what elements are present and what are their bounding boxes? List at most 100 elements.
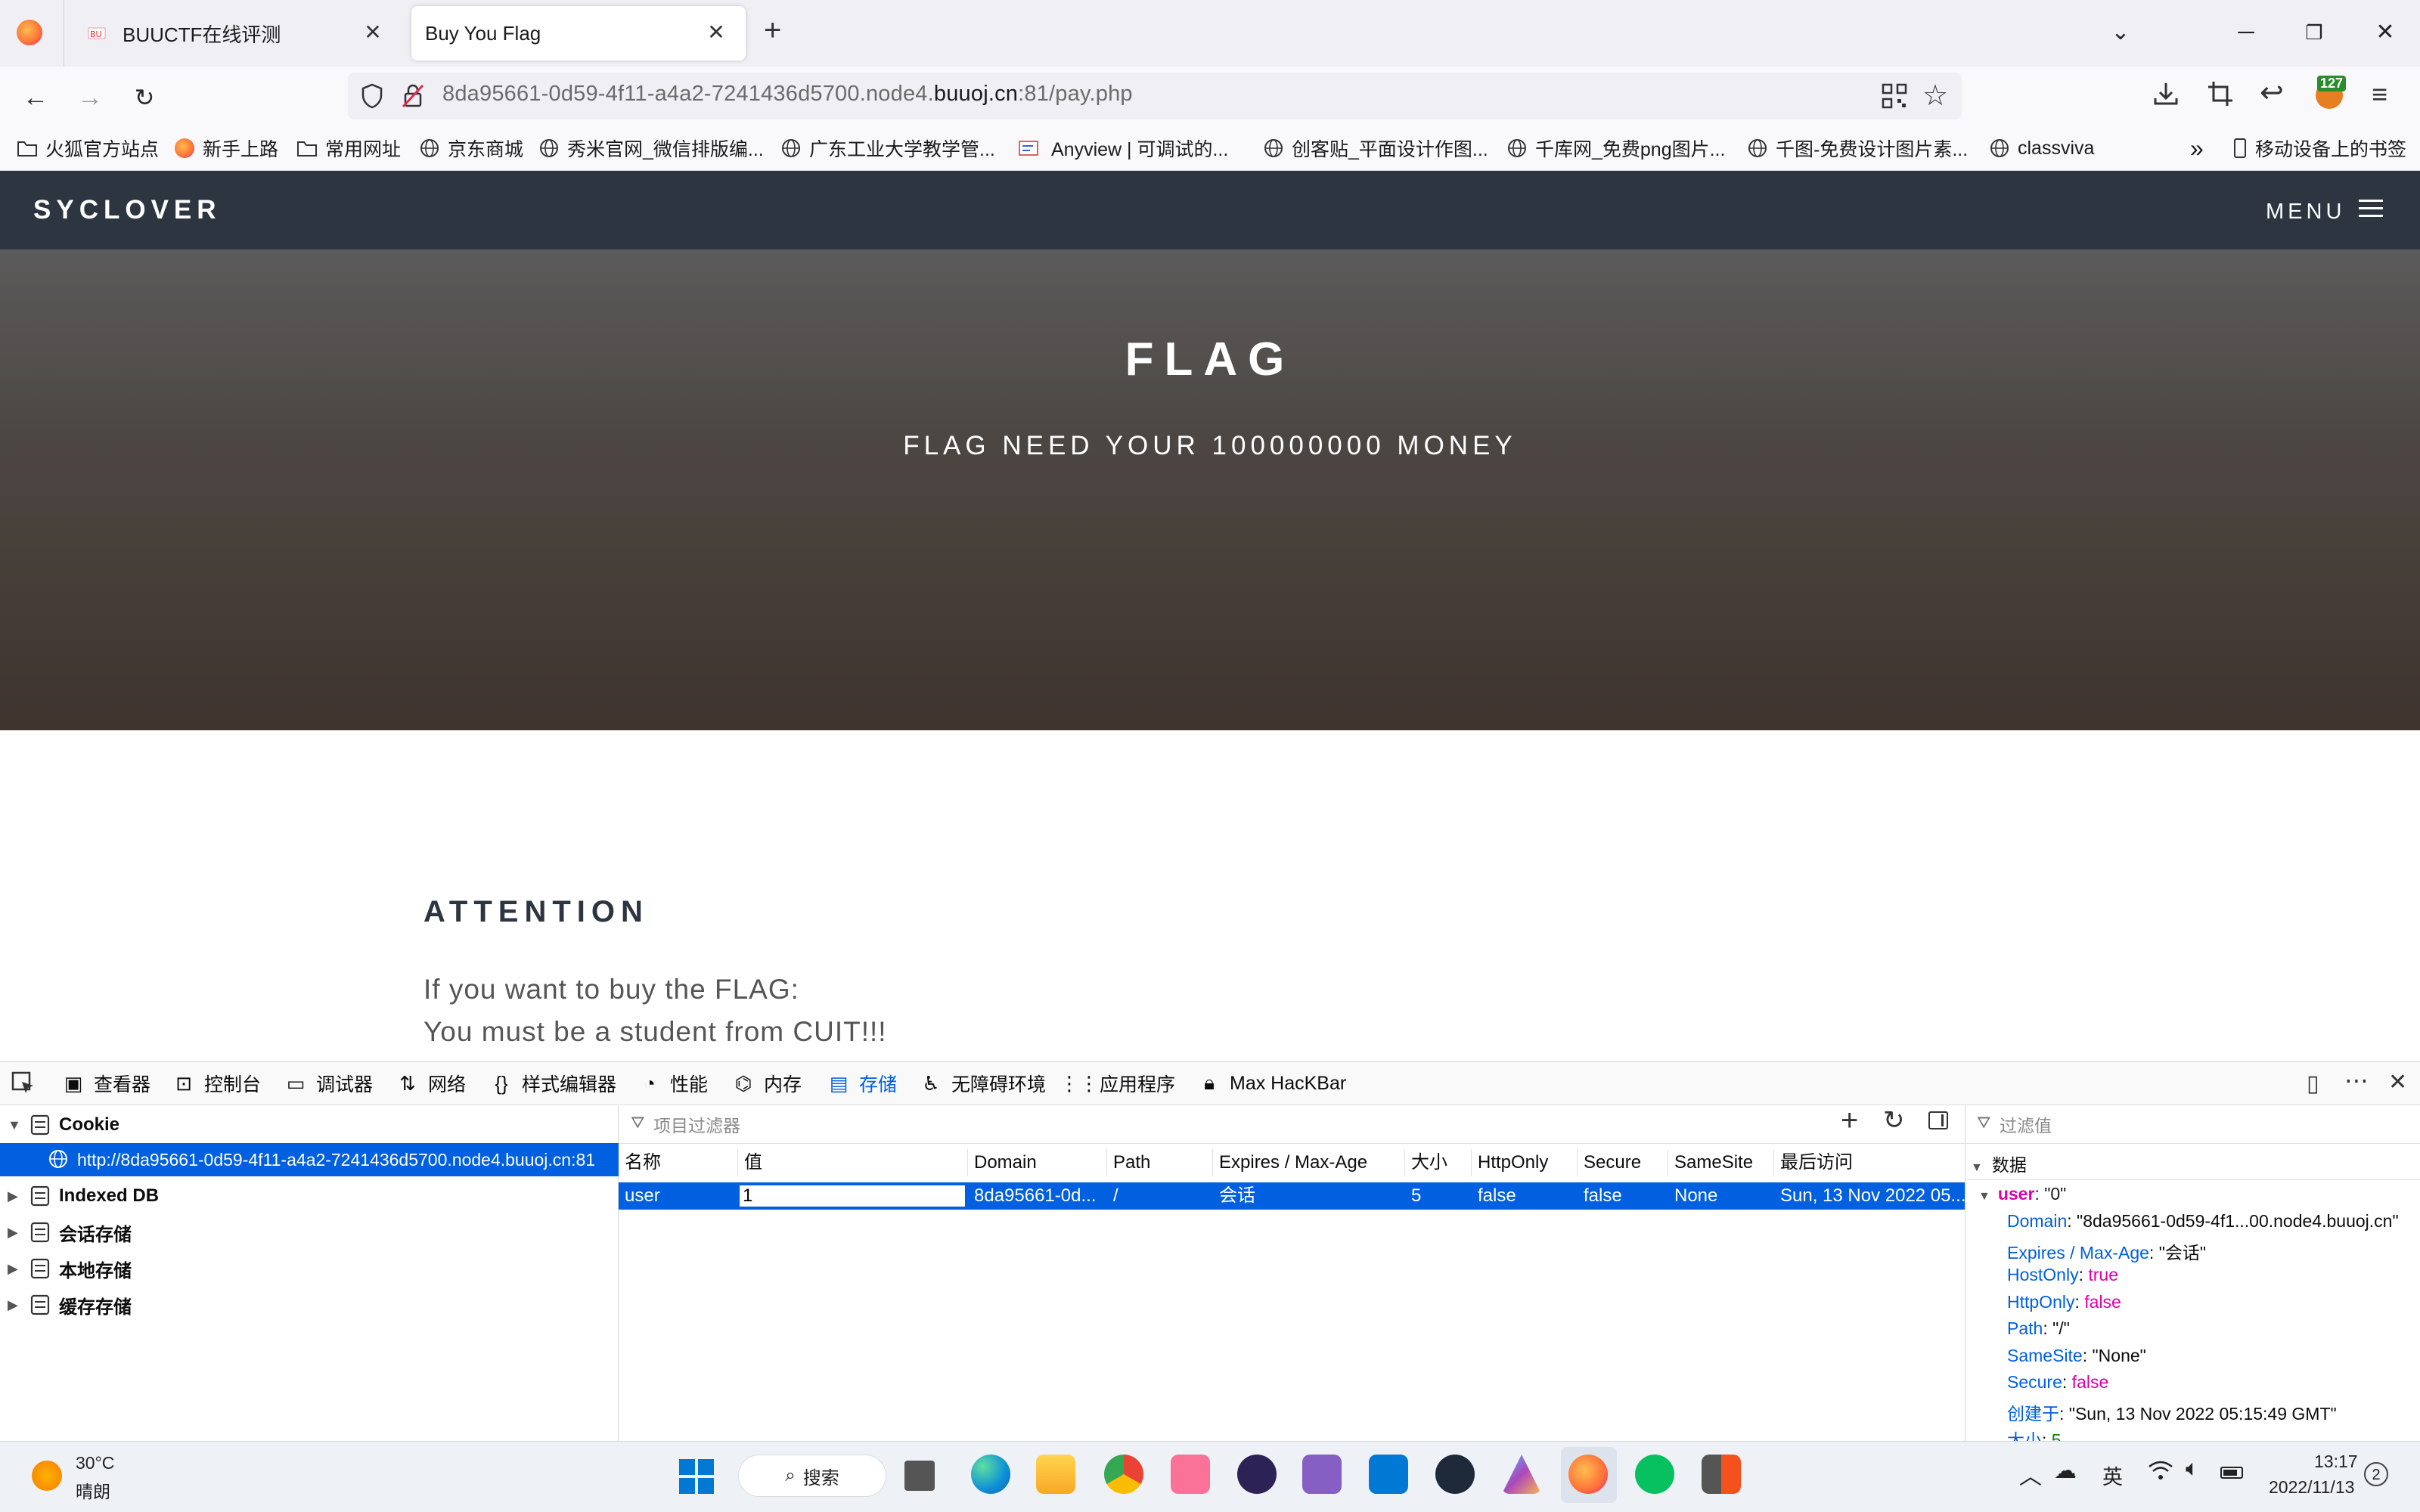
task-view-icon[interactable] [904, 1461, 935, 1491]
wifi-icon[interactable] [2148, 1459, 2173, 1486]
clock-time[interactable]: 13:17 [2314, 1452, 2358, 1472]
detail-item[interactable]: Domain: "8da95661-0d59-4f1...00.node4.bu… [2007, 1211, 2399, 1232]
cell-value-editor[interactable]: 1 [738, 1184, 966, 1208]
cell-last-accessed[interactable]: Sun, 13 Nov 2022 05... [1774, 1182, 1966, 1210]
cell-path[interactable]: / [1107, 1182, 1118, 1210]
column-header-name[interactable]: 名称 [619, 1149, 738, 1176]
column-header-domain[interactable]: Domain [968, 1149, 1107, 1176]
devtools-tab-network[interactable]: ⇅ 网络 [396, 1061, 466, 1105]
detail-item[interactable]: HttpOnly: false [2007, 1292, 2121, 1312]
tree-cookie[interactable]: ▼ Cookie [8, 1110, 119, 1140]
edge-icon[interactable] [971, 1455, 1010, 1494]
refresh-items-icon[interactable]: ↻ [1883, 1105, 1905, 1136]
detail-item[interactable]: Secure: false [2007, 1372, 2108, 1393]
toggle-sidebar-icon[interactable] [1928, 1111, 1948, 1129]
devtools-tab-application[interactable]: ⋮⋮ 应用程序 [1060, 1061, 1175, 1105]
column-header-expires[interactable]: Expires / Max-Age [1213, 1149, 1405, 1176]
tab-buy-you-flag[interactable]: Buy You Flag ✕ [411, 6, 746, 60]
close-tab-icon[interactable]: ✕ [360, 20, 386, 45]
bookmark-58pic[interactable]: 千图-免费设计图片素... [1747, 135, 1968, 162]
detail-item[interactable]: Expires / Max-Age: "会话" [2007, 1238, 2206, 1264]
devtools-tab-console[interactable]: ⊡ 控制台 [172, 1061, 261, 1105]
bookmark-classviva[interactable]: classviva [1989, 135, 2094, 162]
bookmark-chuangkit[interactable]: 创客贴_平面设计作图... [1263, 135, 1488, 162]
devtools-tab-memory[interactable]: ⌬ 内存 [732, 1061, 802, 1105]
site-menu-button[interactable]: MENU [2266, 198, 2384, 225]
devtools-tab-performance[interactable]: ◔ 性能 [638, 1061, 708, 1105]
data-header[interactable]: ▼ 数据 [1971, 1151, 2027, 1176]
notification-badge[interactable]: 2 [2364, 1462, 2388, 1486]
bookmark-xiumi[interactable]: 秀米官网_微信排版编... [538, 135, 764, 162]
bookmark-588ku[interactable]: 千库网_免费png图片... [1506, 135, 1725, 162]
devtools-close-icon[interactable]: ✕ [2388, 1069, 2407, 1095]
detail-item[interactable]: SameSite: "None" [2007, 1346, 2146, 1366]
battery-icon[interactable] [2220, 1467, 2243, 1479]
tree-cookie-host[interactable]: http://8da95661-0d59-4f11-a4a2-7241436d5… [48, 1146, 595, 1173]
column-header-httponly[interactable]: HttpOnly [1472, 1149, 1578, 1176]
devtools-tab-style-editor[interactable]: {} 样式编辑器 [490, 1061, 616, 1105]
column-header-secure[interactable]: Secure [1578, 1149, 1668, 1176]
reply-arrow-icon[interactable]: ↩ [2260, 76, 2284, 110]
devtools-tab-debugger[interactable]: ▭ 调试器 [284, 1061, 373, 1105]
devtools-tab-inspector[interactable]: ▣ 查看器 [62, 1061, 150, 1105]
detail-item[interactable]: HostOnly: true [2007, 1265, 2118, 1285]
weather-temp[interactable]: 30°C [76, 1453, 114, 1473]
chrome-icon[interactable] [1104, 1455, 1143, 1494]
cell-name[interactable]: user [619, 1182, 660, 1210]
site-brand[interactable]: SYCLOVER [33, 195, 222, 225]
clock-date[interactable]: 2022/11/13 [2269, 1477, 2354, 1498]
forward-icon[interactable]: → [74, 82, 106, 113]
qr-code-icon[interactable] [1882, 83, 1907, 113]
close-tab-icon[interactable]: ✕ [703, 20, 729, 45]
value-filter-input[interactable]: 过滤值 [2000, 1111, 2052, 1137]
detail-item[interactable]: Path: "/" [2007, 1318, 2070, 1339]
bookmark-mobile[interactable]: 移动设备上的书签 [2232, 135, 2406, 162]
url-text[interactable]: 8da95661-0d59-4f11-a4a2-7241436d5700.nod… [442, 82, 1133, 107]
cell-domain[interactable]: 8da95661-0d... [968, 1182, 1096, 1210]
ime-indicator[interactable]: 英 [2102, 1461, 2123, 1490]
cell-httponly[interactable]: false [1472, 1182, 1516, 1210]
responsive-design-icon[interactable]: ▯ [2307, 1070, 2319, 1097]
taskbar-search-box[interactable]: ⌕ 搜索 [738, 1455, 886, 1497]
tree-indexed-db[interactable]: ▶ Indexed DB [8, 1181, 159, 1211]
add-item-icon[interactable]: + [1841, 1104, 1858, 1138]
tree-local-storage[interactable]: ▶ 本地存储 [8, 1253, 132, 1284]
vscode-icon[interactable] [1369, 1455, 1408, 1494]
bookmark-anyview[interactable]: Anyview | 可调试的... [1018, 135, 1228, 162]
windows-start-icon[interactable] [679, 1459, 714, 1498]
item-filter-input[interactable]: 项目过滤器 [653, 1111, 740, 1137]
shield-icon[interactable] [360, 83, 384, 113]
new-tab-button[interactable]: + [764, 14, 781, 48]
file-explorer-icon[interactable] [1036, 1455, 1075, 1494]
bookmarks-overflow-icon[interactable]: » [2190, 135, 2204, 162]
tree-cache-storage[interactable]: ▶ 缓存存储 [8, 1290, 132, 1320]
cell-samesite[interactable]: None [1668, 1182, 1717, 1210]
tab-buuctf[interactable]: BU BUUCTF在线评测 ✕ [67, 6, 402, 60]
bookmark-jd[interactable]: 京东商城 [419, 135, 523, 162]
bookmark-common-sites[interactable]: 常用网址 [296, 135, 401, 162]
devtools-tab-storage[interactable]: ▤ 存储 [827, 1061, 898, 1108]
element-picker-icon[interactable] [11, 1070, 36, 1100]
cell-expires[interactable]: 会话 [1213, 1182, 1255, 1210]
app-cat-icon[interactable] [1435, 1455, 1475, 1494]
bookmark-star-icon[interactable]: ☆ [1922, 79, 1948, 113]
firefox-icon[interactable] [1568, 1455, 1608, 1494]
downloads-icon[interactable] [2152, 80, 2180, 111]
wechat-icon[interactable] [1635, 1455, 1674, 1494]
back-icon[interactable]: ← [20, 82, 51, 113]
minimize-icon[interactable]: ─ [2223, 14, 2269, 51]
devtools-overflow-icon[interactable]: ⋯ [2344, 1066, 2369, 1095]
detail-item[interactable]: 创建于: "Sun, 13 Nov 2022 05:15:49 GMT" [2007, 1399, 2337, 1425]
onedrive-cloud-icon[interactable]: ☁ [2054, 1458, 2077, 1484]
volume-icon[interactable]: 🔈︎ [2186, 1456, 2199, 1482]
detail-root[interactable]: ▼ user: "0" [1978, 1184, 2066, 1204]
column-header-value[interactable]: 值 [738, 1149, 968, 1176]
tray-chevron-icon[interactable]: ︿ [2019, 1458, 2042, 1491]
column-header-path[interactable]: Path [1107, 1149, 1213, 1176]
column-header-last-accessed[interactable]: 最后访问 [1774, 1149, 1965, 1176]
column-header-size[interactable]: 大小 [1405, 1149, 1472, 1176]
bilibili-icon[interactable] [1171, 1455, 1210, 1494]
reload-icon[interactable]: ↻ [129, 82, 160, 113]
devtools-tab-accessibility[interactable]: ♿ 无障碍环境 [920, 1061, 1046, 1105]
tree-session-storage[interactable]: ▶ 会话存储 [8, 1217, 132, 1247]
